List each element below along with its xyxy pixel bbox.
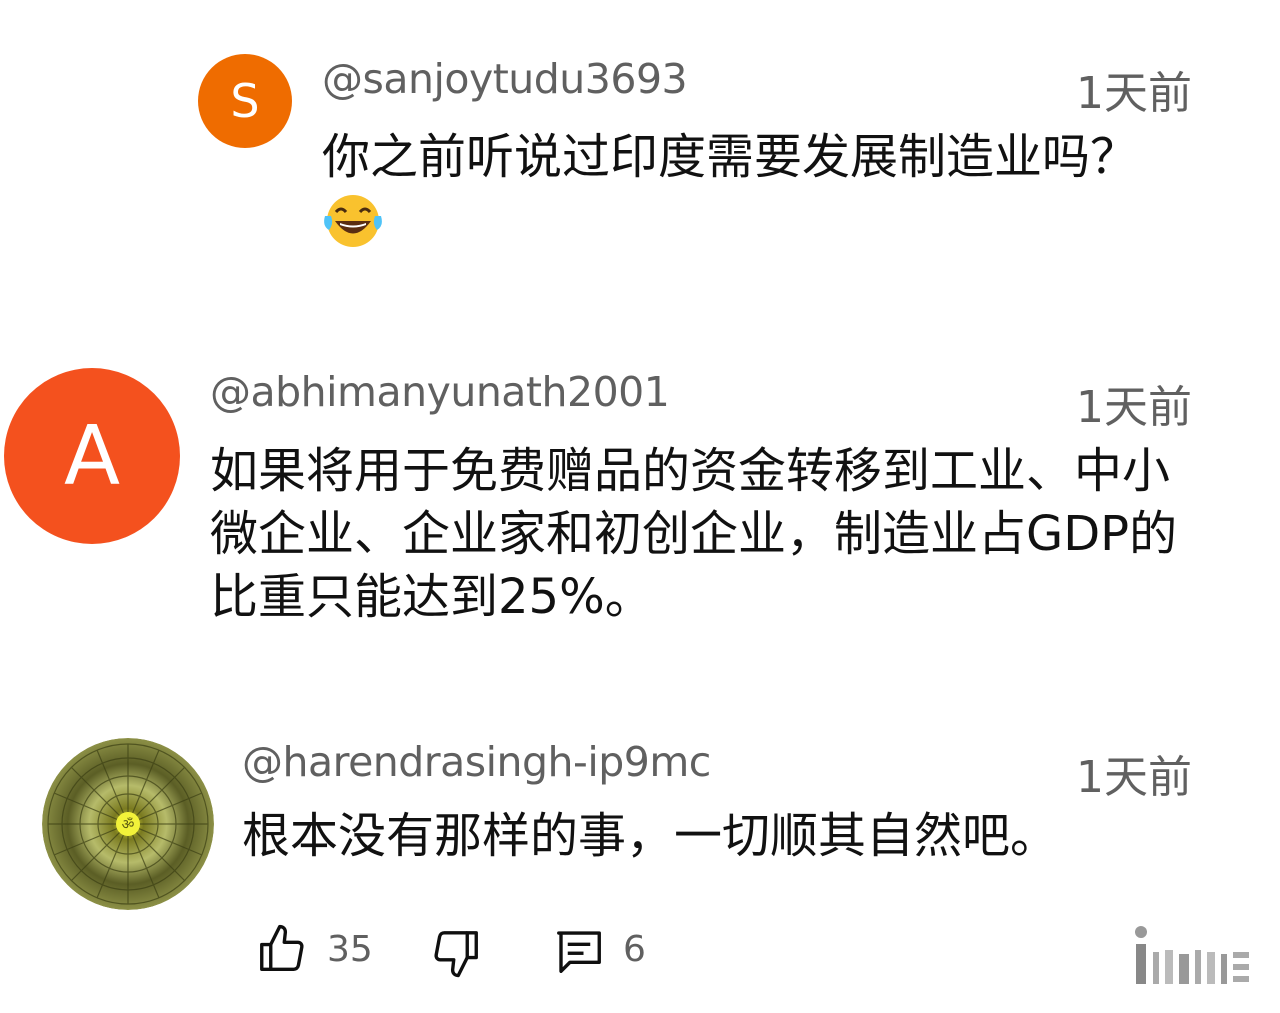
comment-action-bar: 35 6 [255,918,715,982]
comment-text: 如果将用于免费赠品的资金转移到工业、中小微企业、企业家和初创企业，制造业占GDP… [210,443,1178,625]
comment-text: 根本没有那样的事，一切顺其自然吧。 [242,808,1059,864]
reply-count: 6 [623,929,646,970]
comment-timestamp: 1天前 [1076,382,1192,433]
mandala-avatar-image: ॐ [42,738,214,910]
laughing-tears-emoji-icon [322,194,384,248]
avatar-harendrasingh[interactable]: ॐ [42,738,214,910]
like-count: 35 [327,929,373,970]
comment-author-handle[interactable]: @sanjoytudu3693 [322,55,688,103]
comment-author-handle[interactable]: @abhimanyunath2001 [210,368,670,416]
comment-icon[interactable] [551,924,607,978]
comment-timestamp: 1天前 [1076,68,1192,119]
avatar-letter: S [230,74,260,128]
comment-timestamp: 1天前 [1076,752,1192,803]
comment-text: 你之前听说过印度需要发展制造业吗？ [322,129,1139,185]
svg-text:ॐ: ॐ [122,817,135,833]
avatar-letter: A [63,408,121,504]
avatar-sanjoytudu[interactable]: S [198,54,292,148]
thumb-up-icon[interactable] [255,922,309,976]
comment-author-handle[interactable]: @harendrasingh-ip9mc [242,738,711,786]
thumb-down-icon[interactable] [429,926,483,980]
watermark-logo [1131,922,1256,992]
avatar-abhimanyunath[interactable]: A [4,368,180,544]
